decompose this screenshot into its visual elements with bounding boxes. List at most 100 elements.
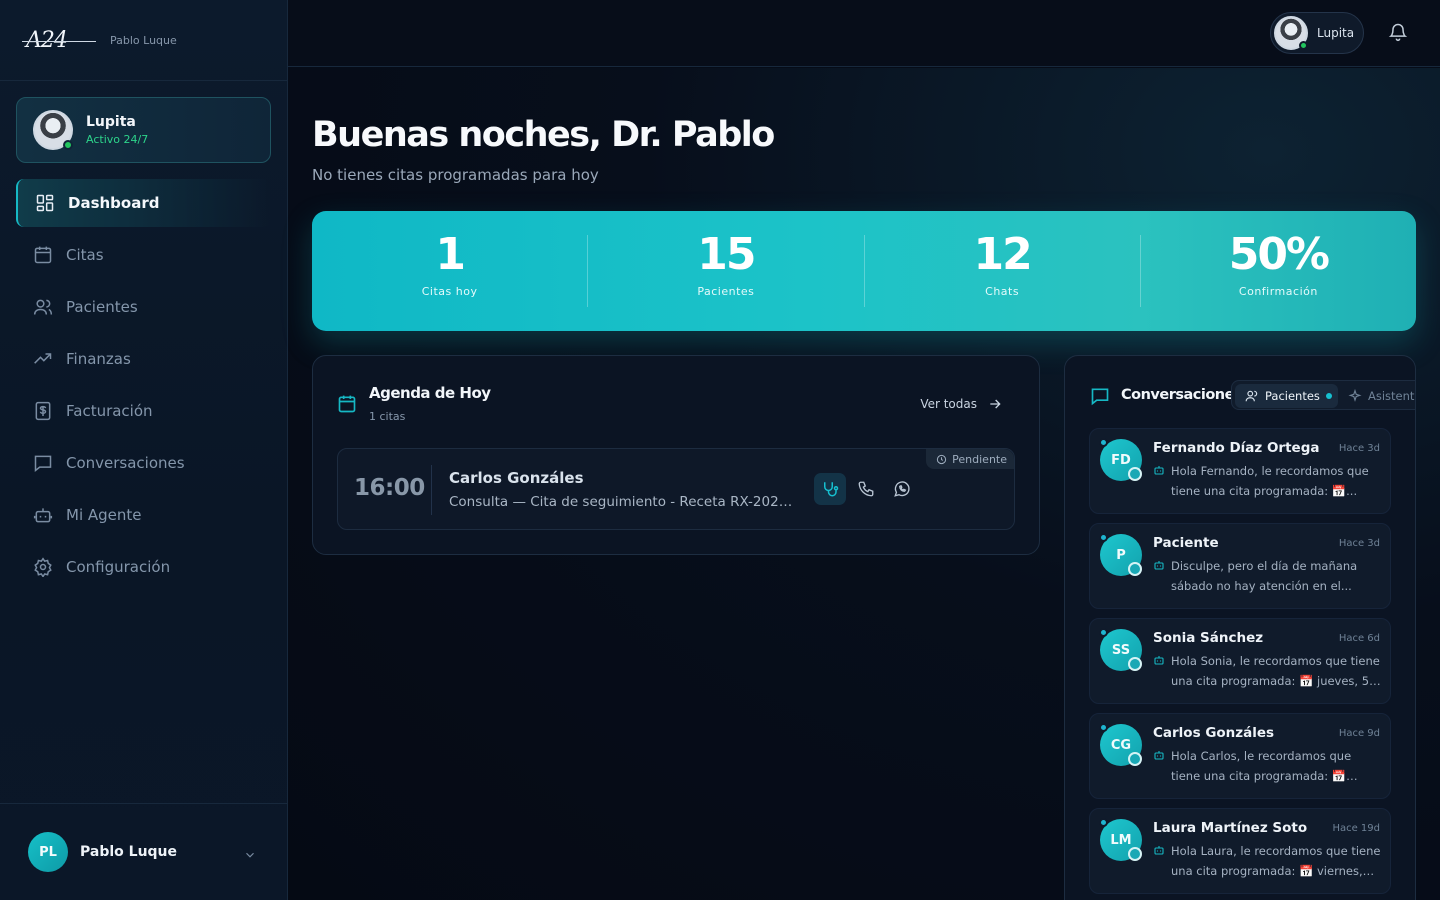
online-indicator bbox=[63, 140, 73, 150]
conversation-item[interactable]: P Paciente Hace 3d Disculpe, pero el día… bbox=[1089, 523, 1391, 609]
stat-label: Chats bbox=[985, 285, 1020, 298]
contact-avatar: CG bbox=[1099, 723, 1142, 766]
sidebar-item-label: Citas bbox=[66, 246, 104, 264]
conversation-list: FD Fernando Díaz Ortega Hace 3d Hola Fer… bbox=[1089, 428, 1391, 900]
avatar-initials: P bbox=[1116, 547, 1126, 563]
trending-icon bbox=[34, 353, 52, 364]
sidebar-item-pacientes[interactable]: Pacientes bbox=[16, 283, 271, 331]
stat-label: Citas hoy bbox=[421, 285, 478, 298]
sidebar-item-finanzas[interactable]: Finanzas bbox=[16, 335, 271, 383]
main-content: Buenas noches, Dr. Pablo No tienes citas… bbox=[288, 68, 1440, 900]
appointment-patient: Carlos Gonzáles bbox=[449, 469, 584, 487]
whatsapp-badge-icon bbox=[1128, 752, 1142, 766]
sparkles-icon bbox=[1348, 389, 1362, 402]
bot-icon bbox=[33, 508, 53, 523]
contact-avatar: P bbox=[1099, 533, 1142, 576]
bot-icon bbox=[1154, 561, 1164, 570]
chat-icon bbox=[1091, 388, 1109, 406]
message-time: Hace 9d bbox=[1338, 728, 1380, 739]
whatsapp-badge-icon bbox=[1128, 562, 1142, 576]
stethoscope-icon bbox=[824, 482, 839, 497]
tab-label: Pacientes bbox=[1265, 389, 1320, 403]
sidebar-item-configuracion[interactable]: Configuración bbox=[16, 543, 271, 591]
contact-name: Fernando Díaz Ortega bbox=[1153, 440, 1320, 456]
stat-value: 15 bbox=[697, 229, 756, 280]
sidebar-item-label: Facturación bbox=[66, 402, 153, 420]
contact-avatar: FD bbox=[1099, 438, 1142, 481]
stat-chats: 12 Chats bbox=[863, 229, 1140, 307]
contact-avatar: LM bbox=[1099, 818, 1142, 861]
sidebar-item-label: Configuración bbox=[66, 558, 171, 576]
view-all-link[interactable]: Ver todas bbox=[920, 396, 1003, 412]
stat-value: 50% bbox=[1228, 229, 1330, 280]
agent-pill[interactable]: Lupita bbox=[1270, 12, 1364, 54]
whatsapp-icon bbox=[894, 481, 910, 497]
message-time: Hace 19d bbox=[1332, 823, 1380, 834]
whatsapp-button[interactable] bbox=[886, 473, 918, 505]
agent-pill-name: Lupita bbox=[1317, 26, 1355, 40]
conversation-item[interactable]: FD Fernando Díaz Ortega Hace 3d Hola Fer… bbox=[1089, 428, 1391, 514]
appointment-time: 16:00 bbox=[354, 475, 425, 501]
gear-icon bbox=[34, 557, 52, 577]
stat-value: 12 bbox=[973, 229, 1033, 280]
stat-citas-hoy: 1 Citas hoy bbox=[312, 229, 587, 307]
avatar-initials: LM bbox=[1110, 832, 1132, 848]
dashboard-icon bbox=[36, 194, 54, 212]
appointment-row[interactable]: 16:00 Carlos Gonzáles Consulta — Cita de… bbox=[337, 448, 1015, 530]
contact-name: Sonia Sánchez bbox=[1153, 630, 1264, 646]
conversations-card: Conversaciones Pacientes Asistente FD Fe… bbox=[1064, 355, 1416, 900]
topbar: Lupita bbox=[288, 0, 1440, 67]
tab-pacientes[interactable]: Pacientes bbox=[1235, 384, 1338, 408]
arrow-right-icon bbox=[990, 399, 1001, 409]
whatsapp-badge-icon bbox=[1128, 467, 1142, 481]
agenda-count: 1 citas bbox=[369, 410, 406, 423]
chat-icon bbox=[34, 455, 52, 473]
call-button[interactable] bbox=[850, 473, 882, 505]
sidebar-item-label: Pacientes bbox=[66, 298, 138, 316]
stats-banner: 1 Citas hoy 15 Pacientes 12 Chats 50% Co… bbox=[312, 211, 1416, 331]
message-preview: Hola Fernando, le recordamos que tiene u… bbox=[1171, 464, 1369, 498]
view-all-label: Ver todas bbox=[920, 397, 977, 411]
message-preview: Hola Laura, le recordamos que tiene una … bbox=[1171, 844, 1381, 878]
message-time: Hace 3d bbox=[1338, 443, 1380, 454]
agent-card[interactable]: Lupita Activo 24/7 bbox=[16, 97, 271, 163]
message-preview: Hola Sonia, le recordamos que tiene una … bbox=[1171, 654, 1380, 688]
sidebar-item-mi-agente[interactable]: Mi Agente bbox=[16, 491, 271, 539]
sidebar-item-label: Finanzas bbox=[66, 350, 131, 368]
unread-dot bbox=[1099, 628, 1108, 637]
sidebar-item-citas[interactable]: Citas bbox=[16, 231, 271, 279]
contact-name: Laura Martínez Soto bbox=[1153, 820, 1308, 836]
bell-icon[interactable] bbox=[1388, 22, 1408, 42]
user-menu[interactable]: PL Pablo Luque bbox=[0, 803, 287, 900]
conversation-item[interactable]: CG Carlos Gonzáles Hace 9d Hola Carlos, … bbox=[1089, 713, 1391, 799]
conversation-item[interactable]: SS Sonia Sánchez Hace 6d Hola Sonia, le … bbox=[1089, 618, 1391, 704]
chevron-down-icon[interactable] bbox=[243, 848, 257, 862]
sidebar-item-dashboard[interactable]: Dashboard bbox=[16, 179, 271, 227]
user-avatar: PL bbox=[28, 832, 68, 872]
calendar-icon bbox=[34, 246, 52, 264]
users-icon bbox=[1245, 390, 1258, 402]
agenda-title: Agenda de Hoy bbox=[369, 384, 491, 402]
page-title: Buenas noches, Dr. Pablo bbox=[312, 115, 775, 155]
contact-name: Carlos Gonzáles bbox=[1153, 725, 1275, 741]
tab-asistente[interactable]: Asistente bbox=[1348, 384, 1415, 408]
brand-logo[interactable]: A24 bbox=[22, 28, 96, 53]
agent-name: Lupita bbox=[86, 114, 136, 130]
unread-dot bbox=[1099, 818, 1108, 827]
agent-status: Activo 24/7 bbox=[86, 133, 149, 146]
sidebar-item-facturacion[interactable]: Facturación bbox=[16, 387, 271, 435]
contact-name: Paciente bbox=[1153, 535, 1219, 551]
stat-label: Pacientes bbox=[697, 285, 755, 298]
user-name: Pablo Luque bbox=[80, 844, 178, 860]
message-preview: Disculpe, pero el día de mañana sábado n… bbox=[1171, 559, 1358, 593]
stat-confirmacion: 50% Confirmación bbox=[1139, 229, 1416, 307]
sidebar-nav: Dashboard Citas Pacientes Finanzas Factu… bbox=[16, 179, 271, 595]
sidebar-item-conversaciones[interactable]: Conversaciones bbox=[16, 439, 271, 487]
contact-avatar: SS bbox=[1099, 628, 1142, 671]
stat-pacientes: 15 Pacientes bbox=[587, 229, 863, 307]
whatsapp-badge-icon bbox=[1128, 657, 1142, 671]
message-preview: Hola Carlos, le recordamos que tiene una… bbox=[1171, 749, 1352, 783]
bot-icon bbox=[1154, 466, 1164, 475]
conversation-item[interactable]: LM Laura Martínez Soto Hace 19d Hola Lau… bbox=[1089, 808, 1391, 894]
start-consultation-button[interactable] bbox=[814, 473, 846, 505]
